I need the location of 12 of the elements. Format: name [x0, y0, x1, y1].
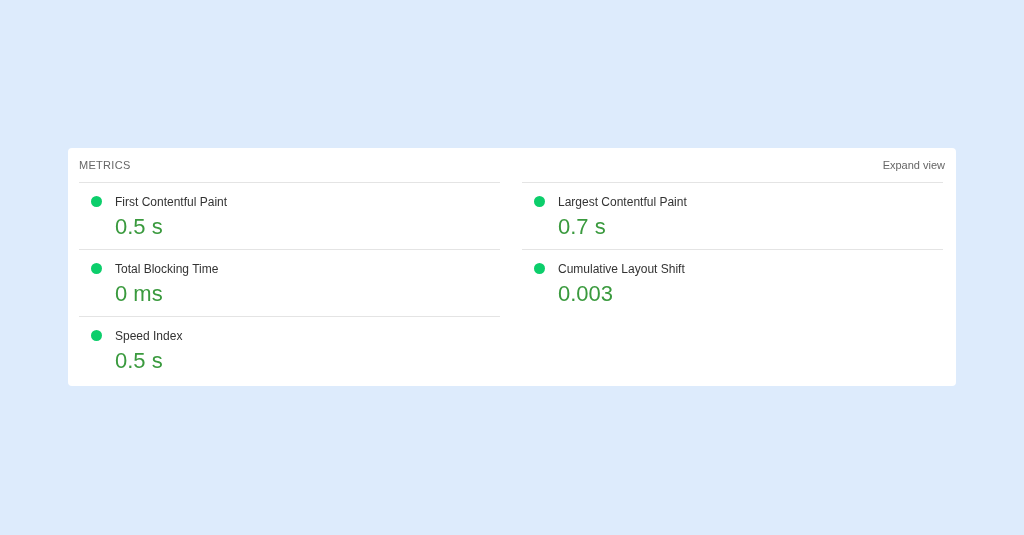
metric-value: 0 ms: [115, 281, 163, 307]
section-title: METRICS: [79, 159, 131, 171]
metric-name: Total Blocking Time: [115, 262, 219, 276]
metric-name: Largest Contentful Paint: [558, 195, 687, 209]
metric-name: Speed Index: [115, 329, 183, 343]
metric-value: 0.5 s: [115, 348, 163, 374]
metric-name: First Contentful Paint: [115, 195, 228, 209]
expand-view-link[interactable]: Expand view: [882, 159, 945, 171]
metric-name: Cumulative Layout Shift: [558, 262, 685, 276]
metric-value: 0.7 s: [558, 214, 606, 240]
metric-value: 0.5 s: [115, 214, 163, 240]
metric-value: 0.003: [558, 281, 614, 307]
